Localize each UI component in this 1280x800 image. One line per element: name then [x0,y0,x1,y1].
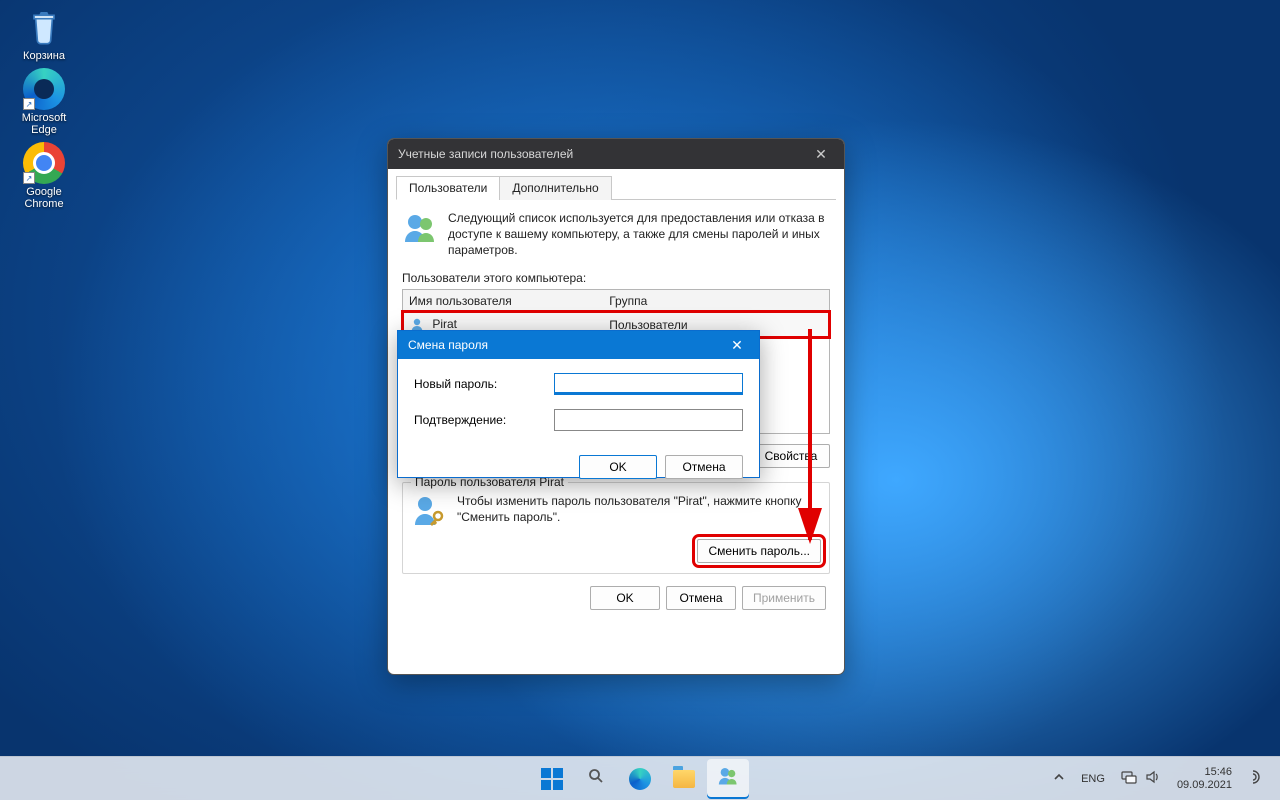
close-icon: ✕ [731,337,743,354]
recycle-bin-label: Корзина [23,50,65,62]
desktop-icon-chrome[interactable]: ↗ Google Chrome [10,142,78,210]
taskbar-center [531,759,749,799]
modal-cancel-button[interactable]: Отмена [665,455,743,479]
header-group[interactable]: Группа [603,290,829,313]
search-button[interactable] [575,759,617,799]
network-volume-button[interactable] [1115,769,1167,788]
recycle-bin-icon [23,6,65,48]
taskbar-explorer[interactable] [663,759,705,799]
properties-button[interactable]: Свойства [752,444,830,468]
user-accounts-icon [717,765,739,792]
windows-logo-icon [541,768,563,790]
desktop-icon-recycle-bin[interactable]: Корзина [10,6,78,62]
shortcut-arrow-icon: ↗ [23,172,35,184]
desktop: Корзина ↗ Microsoft Edge ↗ Google Chrome… [0,0,1280,800]
users-large-icon [402,210,438,246]
chrome-icon: ↗ [23,142,65,184]
file-explorer-icon [673,770,695,788]
edge-icon [629,768,651,790]
desktop-icons: Корзина ↗ Microsoft Edge ↗ Google Chrome [10,6,78,210]
dialog-buttons: OK Отмена Применить [396,574,836,610]
change-password-button[interactable]: Сменить пароль... [697,539,821,563]
shortcut-arrow-icon: ↗ [23,98,35,110]
change-password-dialog: Смена пароля ✕ Новый пароль: Подтвержден… [397,330,760,478]
desktop-icon-edge[interactable]: ↗ Microsoft Edge [10,68,78,136]
clock[interactable]: 15:46 09.09.2021 [1173,766,1236,791]
edge-icon: ↗ [23,68,65,110]
modal-body: Новый пароль: Подтверждение: [398,359,759,455]
confirm-password-input[interactable] [554,409,743,431]
notifications-button[interactable] [1242,759,1272,799]
language-indicator[interactable]: ENG [1077,773,1109,785]
new-password-input[interactable] [554,373,743,395]
start-button[interactable] [531,759,573,799]
clock-date: 09.09.2021 [1177,779,1232,792]
titlebar[interactable]: Учетные записи пользователей ✕ [388,139,844,169]
groupbox-text: Чтобы изменить пароль пользователя "Pira… [457,493,821,529]
tray-overflow-button[interactable] [1047,759,1071,799]
tab-advanced[interactable]: Дополнительно [499,176,611,200]
close-icon: ✕ [815,146,827,163]
tab-users[interactable]: Пользователи [396,176,500,200]
confirm-password-label: Подтверждение: [414,413,554,427]
taskbar: ENG 15:46 09.09.2021 [0,756,1280,800]
network-icon [1121,769,1137,788]
modal-close-button[interactable]: ✕ [719,331,755,359]
edge-label: Microsoft Edge [10,112,78,136]
modal-titlebar[interactable]: Смена пароля ✕ [398,331,759,359]
taskbar-edge[interactable] [619,759,661,799]
intro-text: Следующий список используется для предос… [448,210,830,259]
modal-ok-button[interactable]: OK [579,455,657,479]
system-tray: ENG 15:46 09.09.2021 [1047,759,1272,799]
modal-title: Смена пароля [408,338,488,352]
apply-button: Применить [742,586,826,610]
chrome-label: Google Chrome [10,186,78,210]
password-groupbox: Пароль пользователя Pirat Чтобы изменить… [402,482,830,574]
key-user-icon [411,493,447,529]
tab-strip: Пользователи Дополнительно [396,175,836,200]
table-header-row: Имя пользователя Группа [403,290,829,313]
chevron-up-icon [1053,771,1065,786]
search-icon [588,768,604,789]
new-password-label: Новый пароль: [414,377,554,391]
cell-username: Pirat [432,317,457,331]
volume-icon [1145,769,1161,788]
cancel-button[interactable]: Отмена [666,586,736,610]
clock-time: 15:46 [1177,766,1232,779]
notification-icon [1249,769,1265,788]
ok-button[interactable]: OK [590,586,660,610]
close-button[interactable]: ✕ [804,139,838,169]
modal-buttons: OK Отмена [398,455,759,491]
taskbar-user-accounts[interactable] [707,759,749,799]
intro-row: Следующий список используется для предос… [396,206,836,269]
list-label: Пользователи этого компьютера: [396,269,836,289]
header-username[interactable]: Имя пользователя [403,290,603,313]
window-title: Учетные записи пользователей [398,147,573,161]
